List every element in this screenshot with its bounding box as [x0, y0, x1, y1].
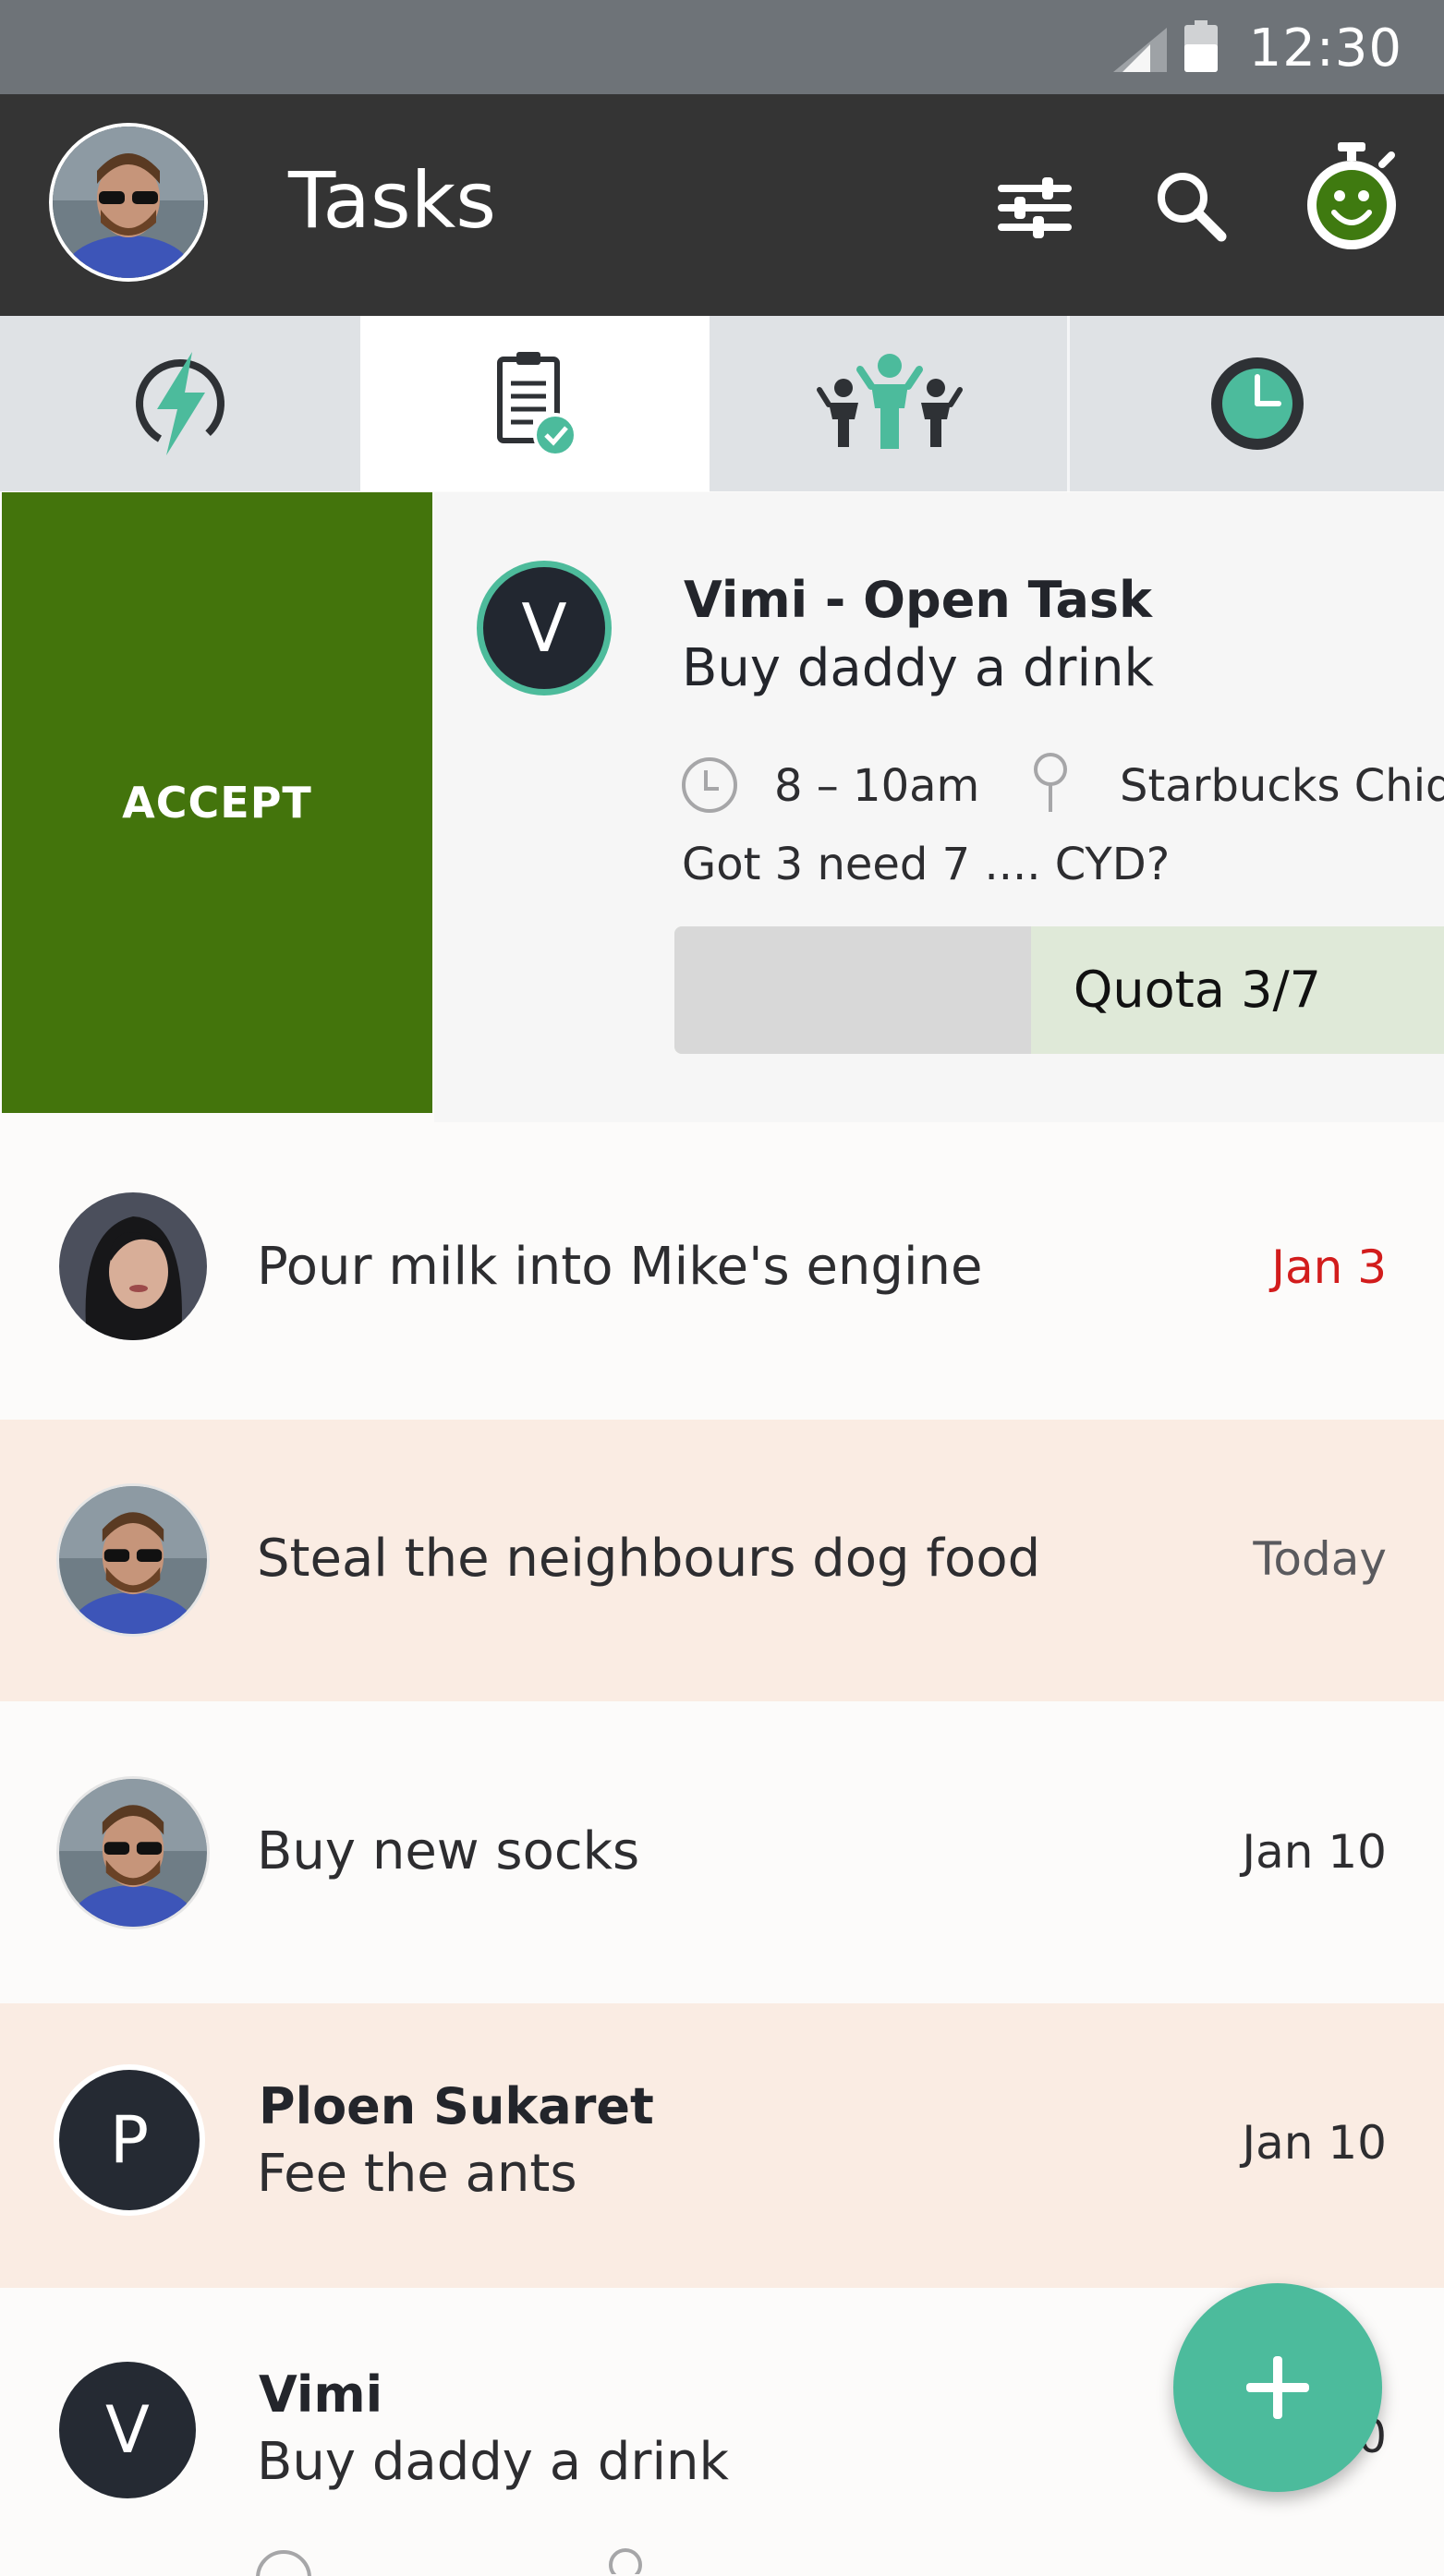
status-time: 12:30: [1248, 18, 1402, 79]
list-item[interactable]: Buy new socks Jan 10: [0, 1701, 1444, 2003]
task-text: Buy new socks: [257, 1821, 640, 1881]
list-item[interactable]: Pour milk into Mike's engine Jan 3: [0, 1122, 1444, 1420]
battery-icon: [1184, 20, 1218, 72]
search-icon[interactable]: [1153, 168, 1227, 242]
task-owner-name: Ploen Sukaret: [259, 2077, 654, 2135]
task-owner-name: Vimi: [259, 2365, 383, 2424]
clock-outline-icon: [256, 2550, 311, 2576]
avatar: P: [59, 2070, 200, 2210]
avatar: V: [59, 2362, 196, 2498]
task-date: Jan 10: [1242, 1825, 1387, 1879]
add-task-button[interactable]: [1173, 2283, 1382, 2492]
tab-tasks[interactable]: [360, 316, 710, 491]
profile-avatar[interactable]: [53, 127, 204, 278]
open-task-note: Got 3 need 7 .... CYD?: [682, 839, 1171, 890]
list-item[interactable]: Steal the neighbours dog food Today: [0, 1420, 1444, 1701]
avatar: [59, 1486, 207, 1634]
quota-label: Quota 3/7: [1073, 961, 1321, 1019]
list-item[interactable]: P Ploen Sukaret Fee the ants Jan 10: [0, 2003, 1444, 2288]
accept-action[interactable]: ACCEPT: [2, 492, 432, 1113]
tab-team[interactable]: [711, 316, 1067, 491]
avatar: V: [477, 561, 612, 695]
stopwatch-smile-icon[interactable]: [1301, 139, 1402, 254]
accept-label: ACCEPT: [122, 778, 312, 828]
person-photo-icon: [59, 1486, 207, 1634]
open-task-time: 8 – 10am: [774, 760, 980, 812]
open-task-subtitle: Buy daddy a drink: [682, 638, 1154, 698]
tab-urgent[interactable]: [0, 316, 360, 491]
clock-outline-icon: [682, 757, 737, 813]
task-text: Pour milk into Mike's engine: [257, 1237, 983, 1297]
task-text: Steal the neighbours dog food: [257, 1529, 1041, 1589]
task-date: Jan 10: [1242, 2116, 1387, 2170]
location-pin-icon: [1034, 753, 1067, 812]
plus-icon: [1246, 2356, 1309, 2419]
open-task-location: Starbucks Chidl: [1120, 760, 1444, 812]
filter-icon[interactable]: [998, 175, 1072, 240]
status-bar: [0, 0, 1444, 94]
open-task-card[interactable]: V Vimi - Open Task Buy daddy a drink 8 –…: [434, 492, 1444, 1122]
task-text: Fee the ants: [257, 2144, 577, 2204]
clock-icon: [1210, 357, 1304, 450]
lightning-icon: [136, 352, 224, 455]
avatar: [59, 1192, 207, 1340]
location-pin-icon: [609, 2548, 642, 2574]
signal-icon: [1113, 28, 1167, 72]
app-bar: [0, 94, 1444, 316]
tab-history[interactable]: [1070, 316, 1444, 491]
person-photo-icon: [53, 127, 204, 278]
avatar: [59, 1779, 207, 1927]
task-date: Today: [1253, 1532, 1387, 1586]
tab-bar: [0, 316, 1444, 491]
group-icon: [816, 354, 963, 449]
quota-progress-bar: Quota 3/7: [674, 926, 1444, 1054]
clipboard-check-icon: [497, 352, 577, 457]
person-photo-icon: [59, 1192, 207, 1340]
open-task-title: Vimi - Open Task: [684, 571, 1152, 629]
task-text: Buy daddy a drink: [257, 2432, 729, 2492]
page-title: Tasks: [288, 155, 497, 246]
person-photo-icon: [59, 1779, 207, 1927]
task-date: Jan 3: [1271, 1240, 1387, 1294]
